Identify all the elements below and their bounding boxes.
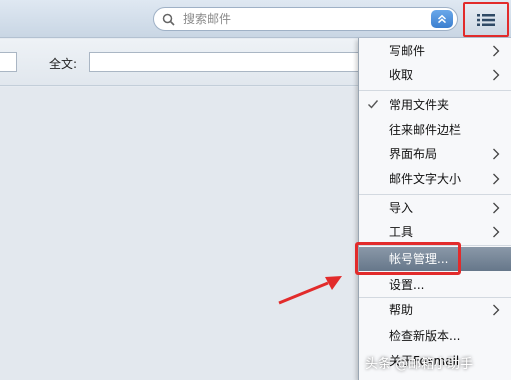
chevron-right-icon xyxy=(493,148,500,160)
menu-item-label: 收取 xyxy=(389,68,414,82)
checkmark-icon xyxy=(368,100,379,109)
menu-item-compose[interactable]: 写邮件 xyxy=(359,39,511,63)
search-box[interactable]: 搜索邮件 xyxy=(153,7,458,31)
chevron-right-icon xyxy=(493,173,500,185)
menu-item-label: 界面布局 xyxy=(389,147,438,161)
menu-item-label: 设置... xyxy=(389,278,425,292)
filter-input[interactable] xyxy=(0,52,17,72)
menu-item-tools[interactable]: 工具 xyxy=(359,220,511,244)
chevron-right-icon xyxy=(493,45,500,57)
fulltext-input[interactable] xyxy=(89,52,379,72)
menu-separator xyxy=(359,194,511,195)
menu-item-font-size[interactable]: 邮件文字大小 xyxy=(359,167,511,191)
list-menu-icon xyxy=(477,13,495,26)
menu-item-label: 帮助 xyxy=(389,303,414,317)
menu-item-import[interactable]: 导入 xyxy=(359,196,511,220)
double-chevron-up-icon xyxy=(437,14,447,24)
menu-item-label: 常用文件夹 xyxy=(389,98,450,112)
menu-item-label: 检查新版本... xyxy=(389,329,461,343)
menu-item-label: 工具 xyxy=(389,225,414,239)
search-scope-button[interactable] xyxy=(431,10,453,28)
watermark: 头条 @邮箱小助手 xyxy=(365,357,474,372)
menu-item-help[interactable]: 帮助 xyxy=(359,298,511,322)
top-toolbar: 搜索邮件 xyxy=(0,0,511,38)
fulltext-label: 全文: xyxy=(49,57,78,71)
menu-item-receive[interactable]: 收取 xyxy=(359,63,511,87)
annotation-arrow-icon xyxy=(278,276,342,305)
search-icon xyxy=(162,13,175,26)
menu-item-common-folders[interactable]: 常用文件夹 xyxy=(359,93,511,117)
menu-item-label: 导入 xyxy=(389,201,414,215)
chevron-right-icon xyxy=(493,69,500,81)
menu-item-account-management[interactable]: 帐号管理... xyxy=(359,247,511,271)
menu-item-correspondence-sidebar[interactable]: 往来邮件边栏 xyxy=(359,118,511,142)
menu-item-label: 写邮件 xyxy=(389,44,426,58)
menu-item-label: 邮件文字大小 xyxy=(389,172,462,186)
main-dropdown-menu: 写邮件 收取 常用文件夹 往来邮件边栏 界面布局 邮件文字大小 导入 工具 帐号… xyxy=(358,38,511,380)
chevron-right-icon xyxy=(493,304,500,316)
main-menu-button[interactable] xyxy=(463,2,509,37)
menu-item-layout[interactable]: 界面布局 xyxy=(359,142,511,166)
menu-item-label: 往来邮件边栏 xyxy=(389,123,462,137)
chevron-right-icon xyxy=(493,202,500,214)
menu-item-check-update[interactable]: 检查新版本... xyxy=(359,324,511,348)
menu-item-label: 帐号管理... xyxy=(389,252,449,266)
menu-separator xyxy=(359,90,511,91)
menu-separator xyxy=(359,245,511,246)
chevron-right-icon xyxy=(493,226,500,238)
menu-item-settings[interactable]: 设置... xyxy=(359,273,511,297)
search-placeholder[interactable]: 搜索邮件 xyxy=(183,12,231,26)
